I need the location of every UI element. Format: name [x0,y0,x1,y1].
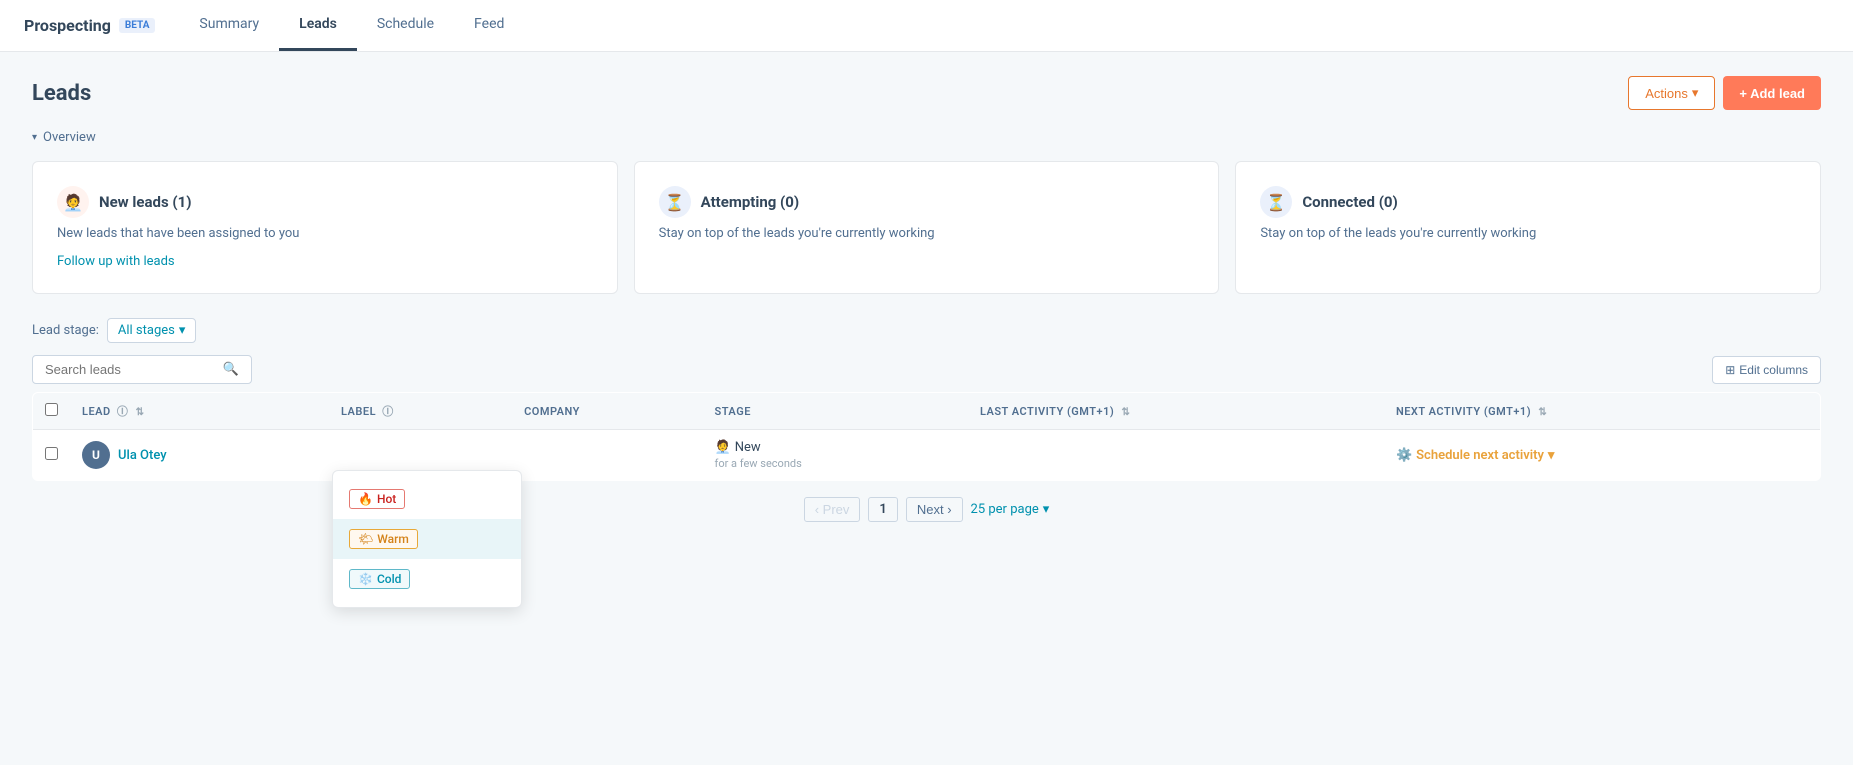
next-button[interactable]: Next › [906,497,963,522]
search-input[interactable] [45,362,215,377]
edit-columns-button[interactable]: ⊞ Edit columns [1712,356,1821,384]
last-activity-column-header: LAST ACTIVITY (GMT+1) ⇅ [968,393,1384,430]
stage-filter: Lead stage: All stages ▾ [32,318,1821,343]
page-header: Leads Actions ▾ + Add lead [32,76,1821,110]
header-actions: Actions ▾ + Add lead [1628,76,1821,110]
select-all-header [33,393,71,430]
lead-name[interactable]: Ula Otey [118,448,167,463]
company-cell [512,430,702,481]
row-checkbox-cell [33,430,71,481]
new-leads-icon: 🧑‍💼 [57,186,89,218]
nav-tabs: Summary Leads Schedule Feed [179,0,524,51]
tab-feed[interactable]: Feed [454,0,524,51]
lead-cell: U Ula Otey [70,430,329,481]
connected-title: Connected (0) [1302,193,1397,211]
main-content: Leads Actions ▾ + Add lead ▾ Overview 🧑‍… [0,52,1853,546]
per-page-select[interactable]: 25 per page ▾ [971,502,1050,517]
attempting-card: ⏳ Attempting (0) Stay on top of the lead… [634,161,1220,294]
app-title: Prospecting [24,0,111,51]
warm-emoji: 🌤 [358,532,373,546]
beta-badge: BETA [119,18,156,33]
label-column-header: LABEL ⓘ [329,393,512,430]
label-option-cold[interactable]: ❄️ Cold [333,559,521,599]
table-header: LEAD ⓘ ⇅ LABEL ⓘ COMPANY STAGE LAST ACTI… [33,393,1821,430]
card-header: ⏳ Attempting (0) [659,186,1195,218]
chevron-down-icon: ▾ [179,323,186,338]
search-icon: 🔍 [223,362,239,377]
hot-label-tag: 🔥 Hot [349,489,405,509]
attempting-icon: ⏳ [659,186,691,218]
columns-icon: ⊞ [1725,363,1735,377]
page-number: 1 [868,497,897,522]
sort-icon: ⇅ [1121,407,1130,418]
stage-icon: 🧑‍💼 [715,440,731,455]
hot-emoji: 🔥 [358,492,373,506]
chevron-down-icon: ▾ [1043,502,1050,517]
activity-icon: ⚙️ [1396,448,1412,463]
warm-label-tag: 🌤 Warm [349,529,418,549]
new-leads-title: New leads (1) [99,193,192,211]
new-leads-desc: New leads that have been assigned to you [57,226,593,241]
table-toolbar: 🔍 ⊞ Edit columns [32,355,1821,384]
row-checkbox[interactable] [45,447,58,460]
prev-button[interactable]: ‹ Prev [804,497,861,522]
card-header: 🧑‍💼 New leads (1) [57,186,593,218]
info-icon: ⓘ [382,405,394,418]
cold-label-tag: ❄️ Cold [349,569,410,589]
info-icon: ⓘ [117,405,129,418]
label-option-warm[interactable]: 🌤 Warm [333,519,521,559]
table-body: U Ula Otey 🧑‍💼 New for a few seconds [33,430,1821,481]
sort-icon: ⇅ [1538,407,1547,418]
chevron-left-icon: ‹ [815,502,819,517]
tab-summary[interactable]: Summary [179,0,279,51]
chevron-right-icon: › [947,502,951,517]
avatar: U [82,441,110,469]
attempting-desc: Stay on top of the leads you're currentl… [659,226,1195,241]
table-row: U Ula Otey 🧑‍💼 New for a few seconds [33,430,1821,481]
stage-column-header: STAGE [703,393,968,430]
company-column-header: COMPANY [512,393,702,430]
schedule-next-activity-link[interactable]: ⚙️ Schedule next activity ▾ [1396,448,1808,463]
connected-desc: Stay on top of the leads you're currentl… [1260,226,1796,241]
leads-table: LEAD ⓘ ⇅ LABEL ⓘ COMPANY STAGE LAST ACTI… [32,392,1821,481]
top-nav: Prospecting BETA Summary Leads Schedule … [0,0,1853,52]
label-dropdown: 🔥 Hot 🌤 Warm ❄️ Cold [332,470,522,608]
page-title: Leads [32,81,91,106]
stage-select[interactable]: All stages ▾ [107,318,197,343]
next-activity-cell: ⚙️ Schedule next activity ▾ [1384,430,1821,481]
sort-icon: ⇅ [136,407,145,418]
connected-icon: ⏳ [1260,186,1292,218]
stage-cell: 🧑‍💼 New for a few seconds [703,430,968,481]
follow-up-link[interactable]: Follow up with leads [57,254,175,269]
last-activity-cell [968,430,1384,481]
select-all-checkbox[interactable] [45,403,58,416]
stage-filter-label: Lead stage: [32,323,99,338]
overview-section-header[interactable]: ▾ Overview [32,130,1821,145]
label-option-hot[interactable]: 🔥 Hot [333,479,521,519]
tab-leads[interactable]: Leads [279,0,357,51]
overview-label: Overview [43,130,96,145]
lead-column-header: LEAD ⓘ ⇅ [70,393,329,430]
next-activity-column-header: NEXT ACTIVITY (GMT+1) ⇅ [1384,393,1821,430]
chevron-down-icon: ▾ [1692,85,1699,101]
actions-button[interactable]: Actions ▾ [1628,76,1715,110]
pagination: ‹ Prev 1 Next › 25 per page ▾ [32,497,1821,522]
tab-schedule[interactable]: Schedule [357,0,454,51]
new-leads-card: 🧑‍💼 New leads (1) New leads that have be… [32,161,618,294]
chevron-down-icon: ▾ [32,132,37,143]
connected-card: ⏳ Connected (0) Stay on top of the leads… [1235,161,1821,294]
add-lead-button[interactable]: + Add lead [1723,76,1821,110]
cold-emoji: ❄️ [358,572,373,586]
card-header: ⏳ Connected (0) [1260,186,1796,218]
overview-cards: 🧑‍💼 New leads (1) New leads that have be… [32,161,1821,294]
chevron-down-icon: ▾ [1548,448,1555,463]
search-box[interactable]: 🔍 [32,355,252,384]
attempting-title: Attempting (0) [701,193,800,211]
